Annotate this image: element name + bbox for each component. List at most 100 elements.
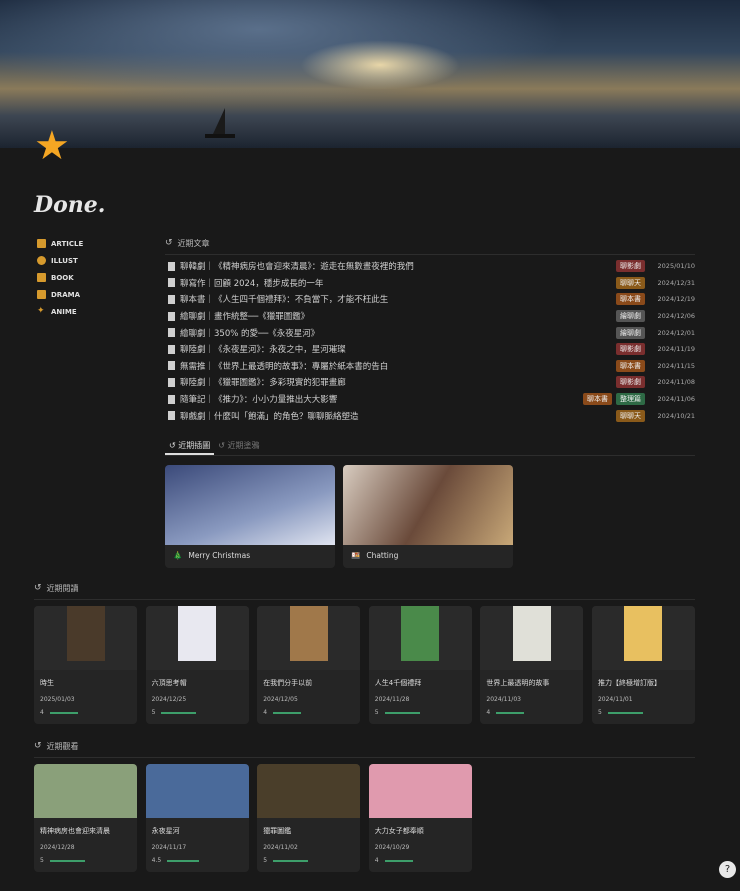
- cover-frame: [368, 606, 472, 670]
- sidebar-item-drama[interactable]: DRAMA: [37, 286, 83, 303]
- article-row[interactable]: 聊韓劇｜《精神病房也會迎來清晨》：遊走在無數晝夜裡的我們 聊影劇 2025/01/1…: [165, 258, 695, 275]
- article-row[interactable]: 聊戲劇｜什麼叫「飽滿」的角色？聊聊脈絡塑造 聊聊天 2024/10/21: [165, 407, 695, 424]
- article-date: 2024/11/08: [657, 378, 695, 387]
- rating-value: 4: [40, 709, 44, 716]
- card-title: Merry Christmas: [188, 551, 251, 560]
- card-date: 2024/11/01: [597, 696, 633, 703]
- cover-frame: [591, 606, 695, 670]
- article-date: 2024/12/31: [657, 278, 695, 287]
- document-icon: [168, 328, 175, 338]
- divider: [34, 599, 695, 600]
- article-title: 無需推｜《世界上最透明的故事》：專屬於紙本書的告白: [180, 361, 389, 372]
- gallery-card[interactable]: 🍱 Chatting: [343, 465, 513, 568]
- rating-value: 5: [374, 709, 379, 716]
- rating-bar: [49, 711, 78, 714]
- tag-badge: 繪聊劇: [616, 310, 645, 323]
- article-date: 2024/11/15: [657, 361, 695, 370]
- card-title: 時生: [40, 679, 54, 687]
- document-icon: [168, 411, 175, 421]
- card-title: 精神病房也會迎來清晨: [40, 827, 110, 835]
- tab-recent-doodles[interactable]: ↺ 近期塗鴉: [214, 438, 263, 455]
- rating-bar: [273, 859, 309, 862]
- sidebar-item-illust[interactable]: ILLUST: [37, 252, 83, 269]
- article-date: 2025/01/10: [657, 262, 695, 271]
- document-icon: [168, 278, 175, 288]
- article-row[interactable]: 繪聊劇｜畫作統整──《獵罪圖鑑》 繪聊劇 2024/12/06: [165, 308, 695, 325]
- tab-label: 近期插圖: [178, 441, 211, 450]
- tag-badge: 聊影劇: [616, 260, 645, 273]
- document-icon: [37, 239, 46, 248]
- article-date: 2024/10/21: [657, 411, 695, 420]
- history-icon: ↺: [34, 583, 42, 593]
- card-date: 2024/11/02: [263, 844, 298, 851]
- media-card[interactable]: 時生 2025/01/03 4: [34, 606, 137, 724]
- media-card[interactable]: 世界上最透明的故事 2024/11/03 4: [480, 606, 584, 724]
- page-title: Done.: [34, 192, 106, 218]
- rating-value: 5: [151, 709, 156, 716]
- sidebar-item-anime[interactable]: ✦ ANIME: [37, 303, 83, 320]
- tag-badge: 聊本書: [583, 393, 612, 406]
- card-title: 在我們分手以前: [263, 679, 313, 687]
- sidebar-item-article[interactable]: ARTICLE: [37, 235, 83, 252]
- palette-icon: [37, 256, 46, 265]
- article-title: 聊本書｜《人生四千個禮拜》：不負當下，才能不枉此生: [180, 295, 389, 306]
- article-row[interactable]: 無需推｜《世界上最透明的故事》：專屬於紙本書的告白 聊本書 2024/11/15: [165, 358, 695, 375]
- article-row[interactable]: 繪聊劇｜350% 的愛──《永夜星河》 繪聊劇 2024/12/01: [165, 324, 695, 341]
- tag-badge: 聊聊天: [616, 409, 645, 422]
- media-card[interactable]: 精神病房也會迎來清晨 2024/12/28 5: [34, 764, 137, 872]
- star-page-icon: ★: [34, 123, 70, 169]
- document-icon: [168, 344, 175, 354]
- card-date: 2024/11/17: [151, 844, 187, 851]
- sidebar-nav: ARTICLE ILLUST BOOK DRAMA ✦ ANIME: [37, 235, 83, 320]
- article-row[interactable]: 聊陸劇｜《永夜星河》：永夜之中，星河璀璨 聊影劇 2024/11/19: [165, 341, 695, 358]
- card-title: 推力【終極增訂版】: [597, 679, 661, 687]
- article-date: 2024/12/19: [657, 295, 695, 304]
- illustration-image: [165, 465, 335, 545]
- card-title: 永夜星河: [151, 827, 180, 835]
- media-card[interactable]: 獵罪圖鑑 2024/11/02 5: [257, 764, 361, 872]
- sidebar-item-label: ILLUST: [51, 256, 78, 265]
- rating-value: 4: [263, 709, 268, 716]
- rating-value: 4.5: [151, 857, 162, 864]
- rating-bar: [273, 711, 302, 714]
- book-cover: [178, 606, 217, 661]
- rating-value: 5: [40, 857, 44, 864]
- article-title: 聊陸劇｜《永夜星河》：永夜之中，星河璀璨: [180, 345, 346, 356]
- article-row[interactable]: 聊寫作｜回顧 2024，穩步成長的一年 聊聊天 2024/12/31: [165, 275, 695, 292]
- gallery-tabs: ↺ 近期插圖 ↺ 近期塗鴉: [165, 438, 695, 456]
- media-card[interactable]: 永夜星河 2024/11/17 4.5: [145, 764, 249, 872]
- media-card[interactable]: 人生4千個禮拜 2024/11/28 5: [368, 606, 472, 724]
- document-icon: [168, 394, 175, 404]
- card-date: 2024/11/03: [486, 696, 521, 703]
- tab-recent-illustrations[interactable]: ↺ 近期插圖: [165, 438, 215, 455]
- media-card[interactable]: 大力女子都奉順 2024/10/29 4: [368, 764, 472, 872]
- article-row[interactable]: 聊本書｜《人生四千個禮拜》：不負當下，才能不枉此生 聊本書 2024/12/19: [165, 291, 695, 308]
- article-title: 繪聊劇｜350% 的愛──《永夜星河》: [180, 328, 320, 339]
- help-button[interactable]: ?: [719, 861, 736, 878]
- section-header: 近期閱讀: [46, 583, 79, 593]
- rating-value: 5: [597, 709, 602, 716]
- article-title: 聊陸劇｜《獵罪圖鑑》：多彩現實的犯罪畫廊: [180, 378, 346, 389]
- media-card[interactable]: 在我們分手以前 2024/12/05 4: [257, 606, 361, 724]
- tag-badge: 聊聊天: [616, 276, 645, 289]
- article-row[interactable]: 聊陸劇｜《獵罪圖鑑》：多彩現實的犯罪畫廊 聊影劇 2024/11/08: [165, 374, 695, 391]
- media-card[interactable]: 六頂思考帽 2024/12/25 5: [145, 606, 249, 724]
- tag-badge: 整理篇: [616, 393, 645, 406]
- divider: [165, 254, 695, 255]
- section-header: 近期文章: [177, 238, 210, 248]
- rating-bar: [384, 859, 413, 862]
- book-cover: [66, 606, 105, 661]
- tab-label: 近期塗鴉: [227, 441, 260, 450]
- card-title: 世界上最透明的故事: [486, 679, 550, 687]
- media-card[interactable]: 推力【終極增訂版】 2024/11/01 5: [591, 606, 695, 724]
- cover-image: [0, 0, 740, 148]
- tag-badge: 聊影劇: [616, 376, 645, 389]
- article-row[interactable]: 隨筆記｜《推力》：小小力量推出大大影響 聊本書 整理篇 2024/11/06: [165, 391, 695, 408]
- sidebar-item-book[interactable]: BOOK: [37, 269, 83, 286]
- card-title: Chatting: [366, 551, 399, 560]
- rating-bar: [496, 711, 525, 714]
- section-header: 近期觀看: [46, 741, 79, 751]
- magic-wand-icon: ✦: [37, 306, 45, 316]
- gallery-card[interactable]: 🎄 Merry Christmas: [165, 465, 335, 568]
- article-title: 聊戲劇｜什麼叫「飽滿」的角色？聊聊脈絡塑造: [180, 411, 359, 422]
